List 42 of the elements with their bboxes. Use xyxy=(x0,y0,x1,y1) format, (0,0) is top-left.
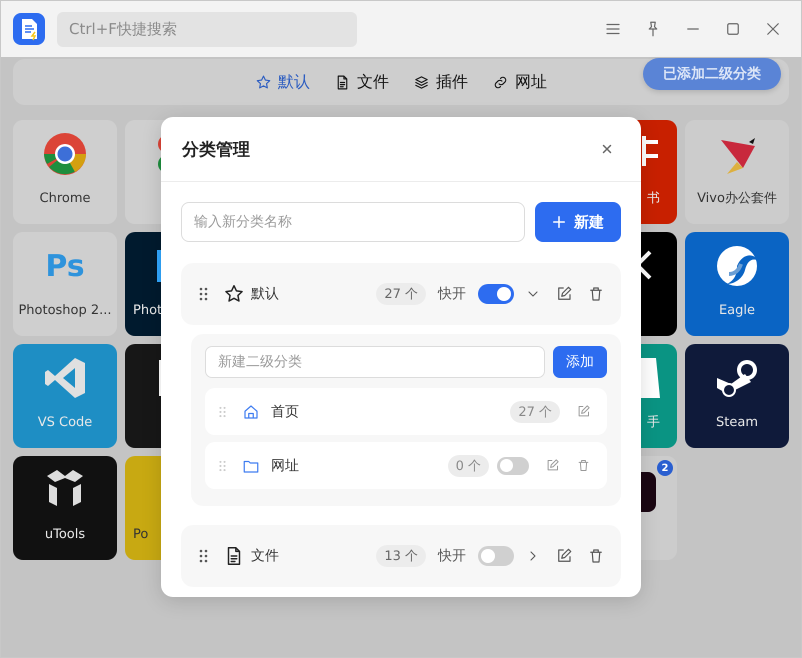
new-button[interactable]: 新建 xyxy=(535,202,621,242)
app-tile[interactable]: Chrome xyxy=(13,120,117,224)
count-pill: 0 个 xyxy=(448,454,489,476)
subcategory-name: 首页 xyxy=(271,402,300,420)
subcategory-row[interactable]: 网址 0 个 xyxy=(205,442,607,489)
app-tile[interactable]: Steam xyxy=(685,344,789,448)
category-name: 默认 xyxy=(251,285,280,303)
nav-tab[interactable]: 插件 xyxy=(413,72,468,92)
tile-label: Phot xyxy=(133,303,162,319)
app-tile[interactable]: Eagle xyxy=(685,232,789,336)
count-pill: 27 个 xyxy=(376,283,426,305)
quick-open-label: 快开 xyxy=(438,285,466,303)
app-tile[interactable]: Vivo办公套件 xyxy=(685,120,789,224)
app-tile[interactable]: uTools xyxy=(13,456,117,560)
toast: 已添加二级分类 xyxy=(643,58,781,90)
add-button[interactable]: 添加 xyxy=(553,346,607,378)
logo-text: Ps xyxy=(45,248,85,284)
quick-open-label: 快开 xyxy=(438,547,466,565)
nav-tab[interactable]: 默认 xyxy=(255,72,310,92)
count-pill: 27 个 xyxy=(510,400,560,422)
search-field[interactable]: Ctrl+F快捷搜索 xyxy=(57,12,357,46)
subcategory-name: 网址 xyxy=(271,456,300,474)
tile-label: VS Code xyxy=(38,415,92,431)
tile-label: Chrome xyxy=(40,191,90,207)
nav-tab[interactable]: 文件 xyxy=(334,72,389,92)
nav-tab[interactable]: 网址 xyxy=(492,72,547,92)
tile-label: Photoshop 2... xyxy=(18,303,112,319)
tile-label: Steam xyxy=(716,415,758,431)
tile-label: uTools xyxy=(44,527,86,543)
subcategory-row[interactable]: 首页 27 个 xyxy=(205,388,607,435)
tile-label: Eagle xyxy=(718,303,756,319)
category-name-field[interactable]: 输入新分类名称 xyxy=(181,202,525,242)
tile-label: 书 xyxy=(647,191,660,207)
tile-label: Po xyxy=(133,527,148,543)
app-tile[interactable]: Ps Photoshop 2... xyxy=(13,232,117,336)
tile-label: 手 xyxy=(647,415,660,431)
count-pill: 13 个 xyxy=(376,545,426,567)
dialog-title: 分类管理 xyxy=(182,138,250,160)
tile-label: Vivo办公套件 xyxy=(697,191,777,207)
subcategory-name-field[interactable]: 新建二级分类 xyxy=(205,346,545,378)
count-badge: 2 xyxy=(657,460,673,476)
category-name: 文件 xyxy=(251,547,280,565)
